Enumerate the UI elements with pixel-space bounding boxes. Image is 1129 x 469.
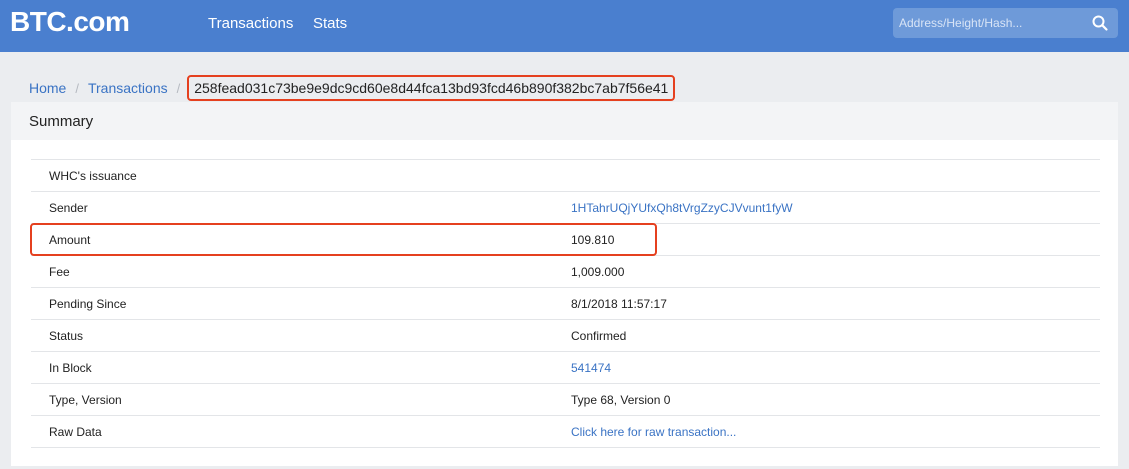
row-fee: Fee 1,009.000 xyxy=(31,256,1100,288)
summary-panel: Summary WHC's issuance Sender 1HTahrUQjY… xyxy=(11,102,1118,466)
breadcrumb-transactions[interactable]: Transactions xyxy=(88,80,168,96)
row-label: In Block xyxy=(49,361,92,375)
nav-transactions[interactable]: Transactions xyxy=(208,15,293,32)
site-logo[interactable]: BTC.com xyxy=(10,6,130,38)
raw-transaction-link[interactable]: Click here for raw transaction... xyxy=(571,425,736,439)
row-sender: Sender 1HTahrUQjYUfxQh8tVrgZzyCJVvunt1fy… xyxy=(31,192,1100,224)
row-whc-issuance: WHC's issuance xyxy=(31,160,1100,192)
breadcrumb: Home / Transactions / 258fead031c73be9e9… xyxy=(29,75,676,101)
fee-value: 1,009.000 xyxy=(571,265,625,279)
status-value: Confirmed xyxy=(571,329,627,343)
block-link[interactable]: 541474 xyxy=(571,361,611,375)
top-navbar: BTC.com Transactions Stats xyxy=(0,0,1129,52)
pending-since-value: 8/1/2018 11:57:17 xyxy=(571,297,667,311)
row-label: WHC's issuance xyxy=(49,169,137,183)
summary-header: Summary xyxy=(11,102,1118,140)
search-icon[interactable] xyxy=(1091,14,1109,32)
breadcrumb-separator: / xyxy=(176,80,181,96)
row-type-version: Type, Version Type 68, Version 0 xyxy=(31,384,1100,416)
row-amount: Amount 109.810 xyxy=(31,224,1100,256)
type-version-value: Type 68, Version 0 xyxy=(571,393,671,407)
row-label: Fee xyxy=(49,265,70,279)
row-label: Sender xyxy=(49,201,88,215)
row-label: Status xyxy=(49,329,84,343)
row-in-block: In Block 541474 xyxy=(31,352,1100,384)
row-label: Type, Version xyxy=(49,393,122,407)
row-pending-since: Pending Since 8/1/2018 11:57:17 xyxy=(31,288,1100,320)
row-raw-data: Raw Data Click here for raw transaction.… xyxy=(31,416,1100,448)
row-label: Raw Data xyxy=(49,425,102,439)
breadcrumb-current-tx-hash: 258fead031c73be9e9dc9cd60e8d44fca13bd93f… xyxy=(187,75,676,101)
summary-table: WHC's issuance Sender 1HTahrUQjYUfxQh8tV… xyxy=(31,159,1100,448)
breadcrumb-separator: / xyxy=(75,80,79,96)
sender-address-link[interactable]: 1HTahrUQjYUfxQh8tVrgZzyCJVvunt1fyW xyxy=(571,201,793,215)
row-label: Pending Since xyxy=(49,297,127,311)
summary-title: Summary xyxy=(29,113,94,130)
breadcrumb-home[interactable]: Home xyxy=(29,80,66,96)
search-input[interactable] xyxy=(893,8,1084,38)
search-box xyxy=(893,8,1118,38)
row-status: Status Confirmed xyxy=(31,320,1100,352)
row-label: Amount xyxy=(49,233,91,247)
amount-value: 109.810 xyxy=(571,233,615,247)
nav-stats[interactable]: Stats xyxy=(313,15,347,32)
